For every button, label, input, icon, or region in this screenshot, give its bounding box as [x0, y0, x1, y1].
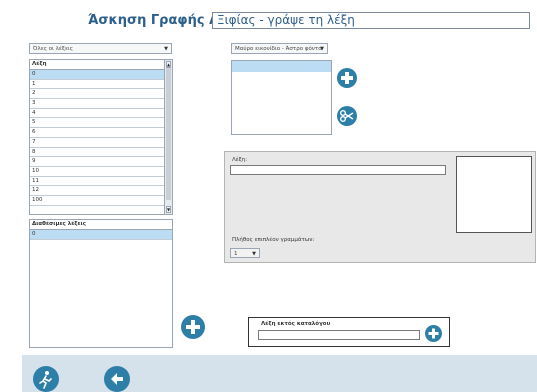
- words-filter-select[interactable]: Όλες οι λέξεις ▼: [29, 43, 172, 54]
- runner-icon: [39, 371, 52, 389]
- word-list-item[interactable]: 5: [30, 118, 164, 129]
- offlist-word-input[interactable]: [258, 330, 420, 340]
- word-list-item[interactable]: 8: [30, 148, 164, 158]
- offlist-word-box: Λέξη εκτός καταλόγου: [248, 317, 450, 347]
- scroll-up-icon[interactable]: ▲: [166, 61, 171, 68]
- word-list-item[interactable]: 7: [30, 138, 164, 148]
- image-category-select[interactable]: Μαύρο εικονίδιο - Άστρο φόντο ▼: [231, 43, 328, 54]
- list-item[interactable]: 0: [30, 230, 172, 240]
- word-list-item[interactable]: 6: [30, 128, 164, 138]
- add-offlist-word-button[interactable]: [425, 325, 442, 342]
- remove-image-button[interactable]: [337, 106, 357, 126]
- word-panel: Λέξη: Πλήθος επιπλέον γραμμάτων: 1 ▼: [224, 151, 536, 263]
- words-filter-value: Όλες οι λέξεις: [33, 46, 74, 52]
- word-list-item[interactable]: 12: [30, 186, 164, 196]
- scissors-icon: [340, 109, 354, 122]
- word-list-scrollbar[interactable]: ▲ ▼: [164, 60, 172, 214]
- extra-letters-select[interactable]: 1 ▼: [230, 248, 260, 258]
- image-category-value: Μαύρο εικονίδιο - Άστρο φόντο: [235, 46, 322, 52]
- offlist-word-title: Λέξη εκτός καταλόγου: [261, 321, 331, 327]
- chevron-down-icon: ▼: [252, 251, 256, 257]
- selected-images-list[interactable]: [231, 60, 332, 135]
- plus-icon: [428, 328, 439, 339]
- extra-letters-label: Πλήθος επιπλέον γραμμάτων:: [232, 237, 315, 243]
- word-list-item[interactable]: 2: [30, 89, 164, 100]
- word-list-item[interactable]: 0: [30, 70, 164, 80]
- word-input[interactable]: [230, 165, 446, 175]
- chevron-down-icon: ▼: [164, 46, 168, 52]
- selected-image-row[interactable]: [232, 61, 331, 72]
- plus-icon: [341, 72, 353, 84]
- available-words-list[interactable]: Διαθέσιμες λέξεις 0: [29, 219, 173, 348]
- word-list-item[interactable]: 9: [30, 157, 164, 167]
- footer-bar: [22, 355, 537, 392]
- extra-letters-value: 1: [234, 251, 238, 257]
- word-list[interactable]: Λέξη 0 1 2 3 4 5 6 7 8 9 10 11 12 100 ▲ ▼: [29, 59, 173, 215]
- exit-button[interactable]: [33, 366, 59, 392]
- scroll-thumb[interactable]: [166, 68, 171, 200]
- exercise-title-input[interactable]: Ξιφίας - γράψε τη λέξη: [212, 12, 530, 29]
- word-label: Λέξη:: [232, 157, 248, 163]
- word-list-item[interactable]: 11: [30, 177, 164, 187]
- plus-icon: [186, 320, 200, 334]
- add-image-button[interactable]: [337, 68, 357, 88]
- word-list-item[interactable]: 3: [30, 99, 164, 109]
- back-arrow-icon: [111, 373, 123, 385]
- back-button[interactable]: [104, 366, 130, 392]
- add-word-button[interactable]: [181, 315, 205, 339]
- word-list-item[interactable]: 100: [30, 196, 164, 206]
- word-image-preview: [456, 156, 532, 233]
- word-list-item[interactable]: 10: [30, 167, 164, 177]
- available-words-header: Διαθέσιμες λέξεις: [30, 220, 172, 230]
- word-list-item[interactable]: 1: [30, 80, 164, 90]
- word-list-item[interactable]: 4: [30, 109, 164, 119]
- scroll-down-icon[interactable]: ▼: [166, 206, 171, 213]
- word-list-header: Λέξη: [30, 60, 164, 70]
- chevron-down-icon: ▼: [320, 46, 324, 52]
